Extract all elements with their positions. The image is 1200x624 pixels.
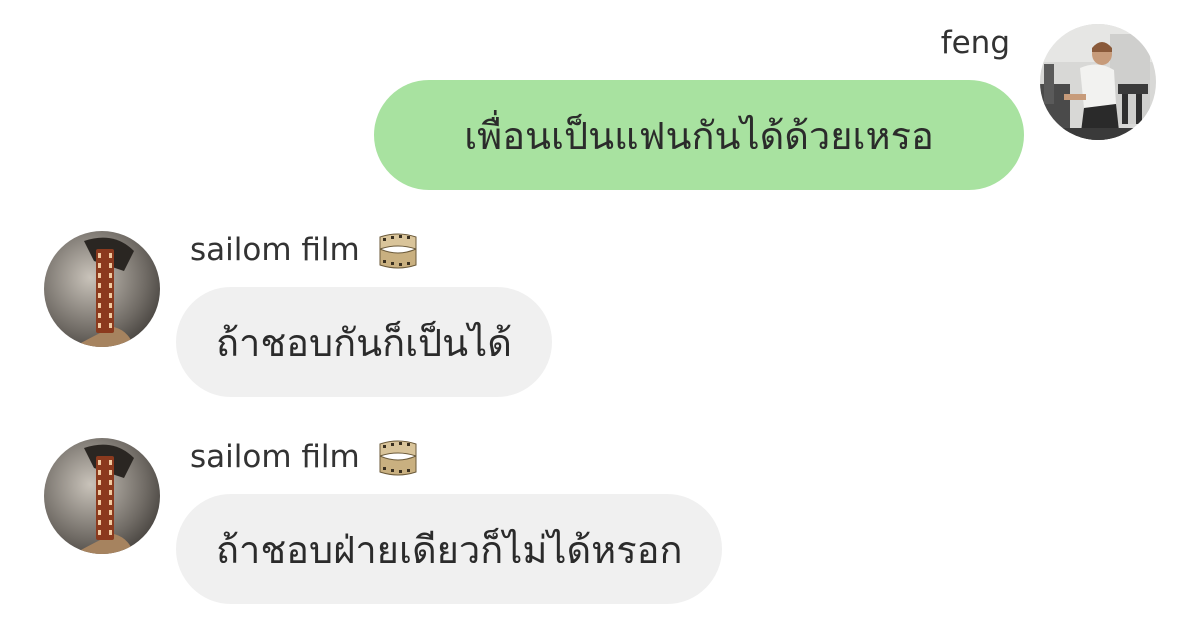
- sender-name: sailom film: [190, 232, 360, 268]
- profile-photo: [44, 231, 160, 347]
- message-text: เพื่อนเป็นแฟนกันได้ด้วยเหรอ: [464, 113, 934, 158]
- message-text: ถ้าชอบฝ่ายเดียวก็ไม่ได้หรอก: [216, 527, 683, 572]
- profile-photo: [44, 438, 160, 554]
- film-strip-emoji: [379, 233, 417, 269]
- film-strip-emoji: [379, 440, 417, 476]
- message-text: ถ้าชอบกันก็เป็นได้: [216, 320, 512, 365]
- avatar[interactable]: [44, 231, 160, 347]
- sender-name: sailom film: [190, 439, 360, 475]
- message-bubble-incoming[interactable]: ถ้าชอบกันก็เป็นได้: [176, 287, 552, 397]
- avatar[interactable]: [44, 438, 160, 554]
- message-bubble-outgoing[interactable]: เพื่อนเป็นแฟนกันได้ด้วยเหรอ: [374, 80, 1024, 190]
- profile-photo: [1040, 24, 1156, 140]
- sender-name: feng: [940, 25, 1010, 61]
- message-bubble-incoming[interactable]: ถ้าชอบฝ่ายเดียวก็ไม่ได้หรอก: [176, 494, 723, 604]
- avatar[interactable]: [1040, 24, 1156, 140]
